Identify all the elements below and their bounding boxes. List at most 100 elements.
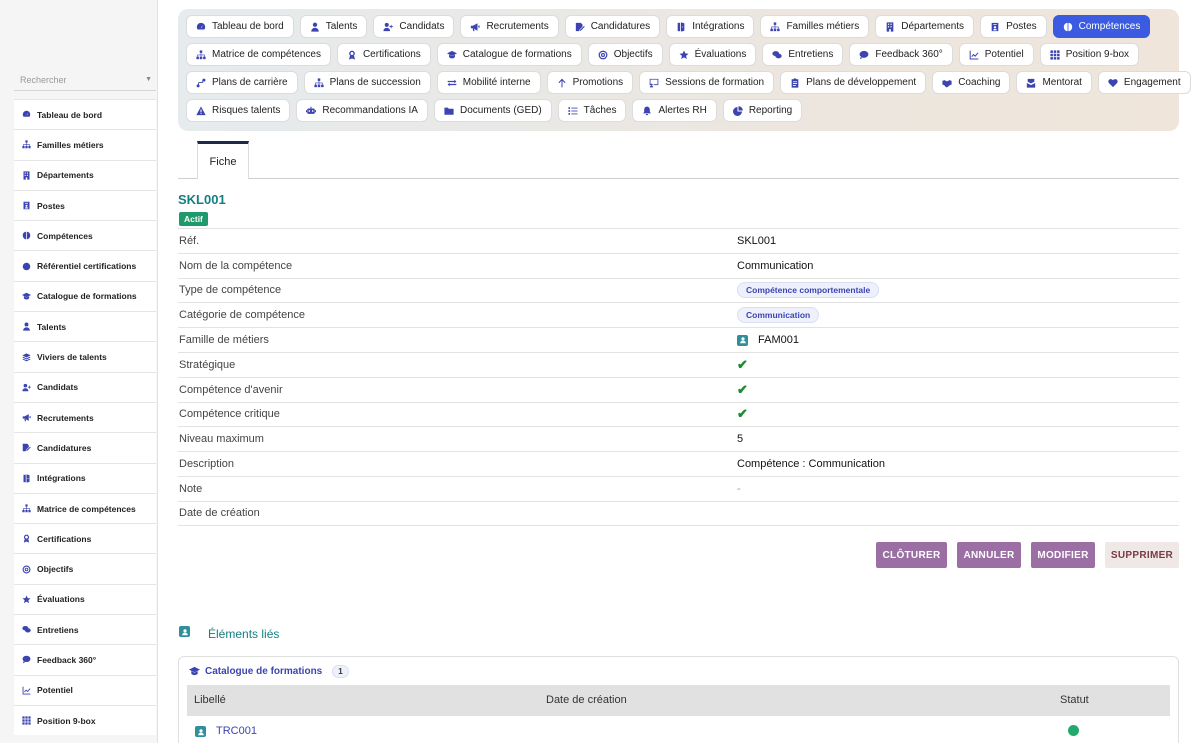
field-value-wrap: Communication [737, 307, 1179, 324]
tab-label: Plans de développement [806, 77, 917, 88]
sidebar-item-integrations[interactable]: Intégrations [14, 462, 156, 493]
tab-label: Recrutements [486, 21, 549, 32]
sidebar-item-feedback-360[interactable]: Feedback 360° [14, 644, 156, 675]
delete-button[interactable]: SUPPRIMER [1105, 542, 1179, 568]
detail-row-competence-d-avenir: Compétence d'avenir ✔ [178, 376, 1179, 402]
arrow-up-icon [557, 78, 567, 88]
tab-coaching[interactable]: Coaching [932, 71, 1011, 94]
tab-familles-metiers[interactable]: Familles métiers [760, 15, 870, 38]
chevron-down-icon: ▼ [145, 76, 152, 83]
tab-catalogue-de-formations[interactable]: Catalogue de formations [436, 43, 582, 66]
tasks-icon [568, 106, 578, 116]
sidebar-item-candidats[interactable]: Candidats [14, 371, 156, 402]
sidebar-item-competences[interactable]: Compétences [14, 220, 156, 251]
sidebar-item-entretiens[interactable]: Entretiens [14, 614, 156, 645]
tab-fiche[interactable]: Fiche [197, 141, 249, 179]
tab-sessions-de-formation[interactable]: Sessions de formation [639, 71, 775, 94]
tab-reporting[interactable]: Reporting [722, 99, 803, 122]
sidebar-item-recrutements[interactable]: Recrutements [14, 401, 156, 433]
card-header[interactable]: Catalogue de formations 1 [189, 665, 349, 678]
sidebar-item-departements[interactable]: Départements [14, 159, 156, 190]
dashboard-icon [21, 110, 31, 120]
row-label-link[interactable]: TRC001 [216, 725, 257, 737]
detail-row-categorie-de-competence: Catégorie de compétence Communication [178, 302, 1179, 327]
edit-button[interactable]: MODIFIER [1031, 542, 1095, 568]
sidebar-item-potentiel[interactable]: Potentiel [14, 674, 156, 705]
tab-objectifs[interactable]: Objectifs [587, 43, 663, 66]
comments-icon [21, 625, 31, 635]
sidebar-item-objectifs[interactable]: Objectifs [14, 553, 156, 584]
field-label: Date de création [179, 507, 260, 520]
tab-competences[interactable]: Compétences [1052, 15, 1151, 38]
tab-departements[interactable]: Départements [875, 15, 975, 38]
sidebar-item-postes[interactable]: Postes [14, 189, 156, 221]
tab-matrice-de-competences[interactable]: Matrice de compétences [186, 43, 331, 66]
field-label: Réf. [179, 234, 200, 247]
tab-label: Coaching [958, 77, 1001, 88]
sidebar-item-talents[interactable]: Talents [14, 311, 156, 342]
sitemap-icon [21, 140, 31, 150]
sidebar-item-tableau-de-bord[interactable]: Tableau de bord [14, 99, 156, 130]
tab-risques-talents[interactable]: Risques talents [186, 99, 291, 122]
tab-alertes-rh[interactable]: Alertes RH [632, 99, 717, 122]
sidebar-item-certifications[interactable]: Certifications [14, 523, 156, 554]
tab-tableau-de-bord[interactable]: Tableau de bord [186, 15, 294, 38]
module-nav-bar: Tableau de bord Talents Candidats Recruteme… [178, 9, 1191, 131]
sitemap-icon [196, 49, 206, 60]
sidebar-search-placeholder: Rechercher [20, 75, 67, 85]
tab-promotions[interactable]: Promotions [546, 71, 634, 94]
module-nav-row: Matrice de compétences Certifications Cata… [186, 43, 1171, 66]
graduation-cap-icon [446, 50, 457, 60]
tab-integrations[interactable]: Intégrations [666, 15, 755, 38]
sidebar-item-label: Entretiens [37, 624, 79, 635]
tab-plans-de-succession[interactable]: Plans de succession [303, 71, 431, 94]
tab-potentiel[interactable]: Potentiel [958, 43, 1034, 66]
field-value: Communication [737, 259, 814, 272]
tab-taches[interactable]: Tâches [557, 99, 627, 122]
table-row[interactable]: TRC001 [187, 718, 1170, 743]
tab-label: Engagement [1123, 77, 1181, 88]
tab-evaluations[interactable]: Évaluations [668, 43, 757, 66]
column-header-status[interactable]: Statut [1060, 694, 1089, 706]
tab-plans-de-carriere[interactable]: Plans de carrière [186, 71, 298, 94]
tab-mentorat[interactable]: Mentorat [1016, 71, 1092, 94]
target-icon [598, 50, 608, 60]
sidebar-item-viviers-de-talents[interactable]: Viviers de talents [14, 341, 156, 372]
grid-icon [21, 716, 31, 726]
tab-talents[interactable]: Talents [299, 15, 368, 38]
sidebar-item-referentiel-certifications[interactable]: Référentiel certifications [14, 250, 156, 281]
tab-recommandations-ia[interactable]: Recommandations IA [296, 99, 428, 122]
tab-certifications[interactable]: Certifications [336, 43, 431, 66]
field-value-wrap: ✔ [737, 382, 1179, 398]
cancel-button[interactable]: ANNULER [957, 542, 1021, 568]
sidebar-item-familles-metiers[interactable]: Familles métiers [14, 129, 156, 160]
tab-entretiens[interactable]: Entretiens [762, 43, 844, 66]
tab-feedback-360[interactable]: Feedback 360° [849, 43, 953, 66]
sidebar-item-matrice-de-competences[interactable]: Matrice de compétences [14, 492, 156, 524]
column-header-label[interactable]: Libellé [194, 694, 226, 706]
field-label: Catégorie de compétence [179, 309, 305, 322]
tab-postes[interactable]: Postes [980, 15, 1047, 38]
tab-candidatures[interactable]: Candidatures [564, 15, 661, 38]
tab-recrutements[interactable]: Recrutements [460, 15, 559, 38]
module-nav-row: Tableau de bord Talents Candidats Recruteme… [186, 15, 1171, 38]
field-label: Compétence critique [179, 408, 280, 421]
column-header-date[interactable]: Date de création [546, 694, 627, 706]
sidebar-item-label: Candidatures [37, 442, 92, 453]
tab-documents-ged[interactable]: Documents (GED) [433, 99, 552, 122]
tab-plans-de-developpement[interactable]: Plans de développement [780, 71, 927, 94]
comment-icon [859, 50, 869, 60]
sidebar-item-catalogue-de-formations[interactable]: Catalogue de formations [14, 280, 156, 312]
sidebar-item-candidatures[interactable]: Candidatures [14, 432, 156, 463]
sidebar-item-position-9-box[interactable]: Position 9-box [14, 704, 156, 736]
sidebar-search-select[interactable]: Rechercher ▼ [14, 69, 156, 91]
tab-mobilite-interne[interactable]: Mobilité interne [436, 71, 541, 94]
detail-row-note: Note - [178, 475, 1179, 501]
close-record-button[interactable]: CLÔTURER [876, 542, 947, 568]
tab-engagement[interactable]: Engagement [1097, 71, 1191, 94]
family-link[interactable]: FAM001 [758, 334, 799, 346]
sidebar-item-evaluations[interactable]: Évaluations [14, 583, 156, 615]
field-label: Note [179, 482, 203, 495]
tab-candidats[interactable]: Candidats [373, 15, 455, 38]
tab-position-9-box[interactable]: Position 9-box [1039, 43, 1140, 66]
